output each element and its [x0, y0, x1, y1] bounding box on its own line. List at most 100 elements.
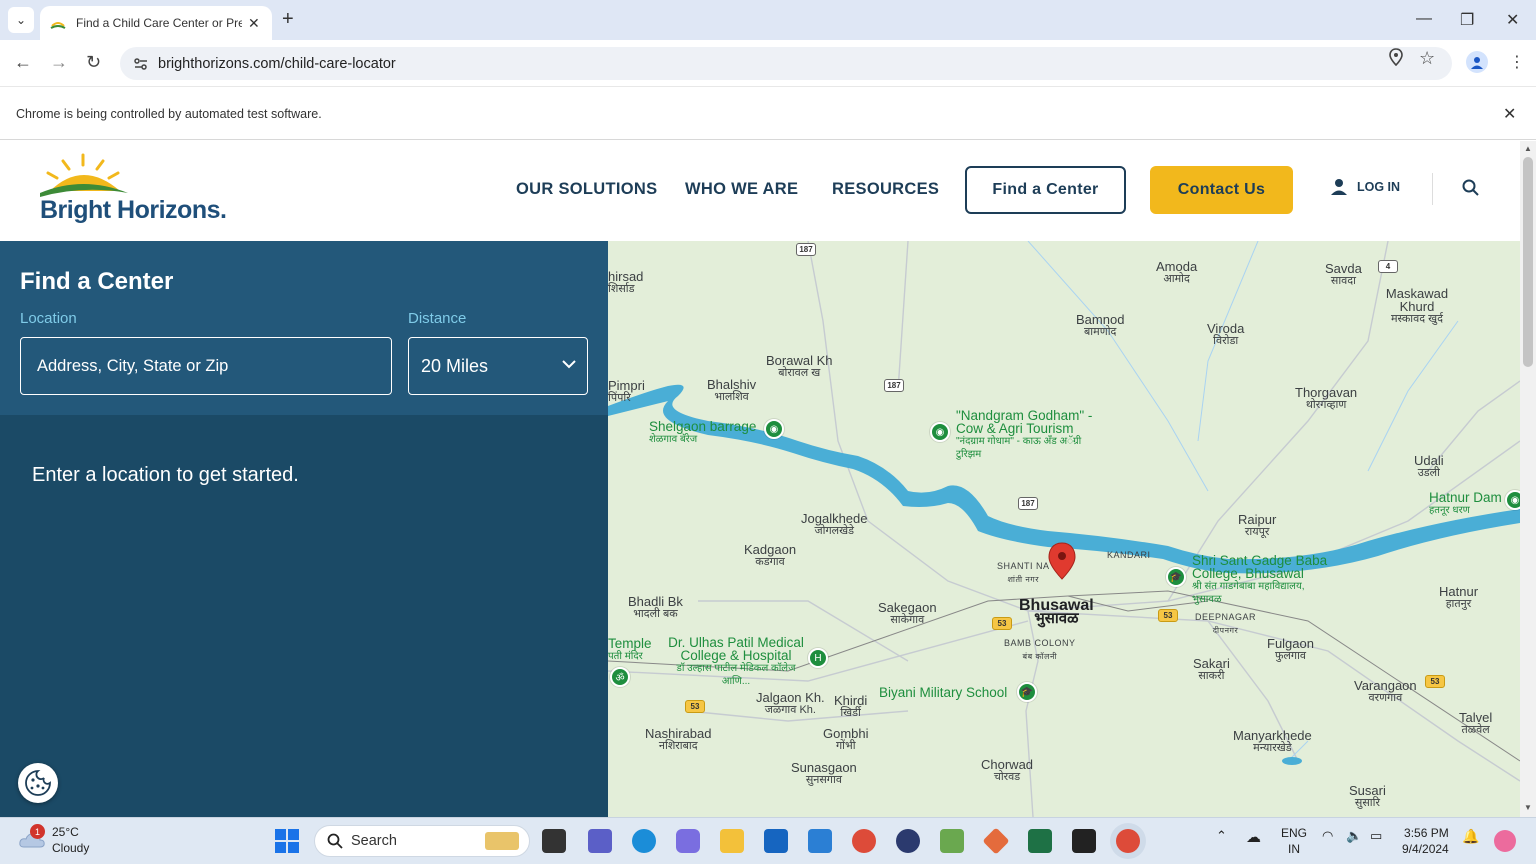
chevron-up-icon[interactable]: ⌃ [1216, 828, 1227, 844]
volume-icon[interactable]: 🔈 [1346, 828, 1362, 844]
profile-avatar[interactable] [1466, 51, 1488, 73]
tab-close-icon[interactable]: ✕ [248, 15, 260, 32]
url-text: brighthorizons.com/child-care-locator [158, 55, 396, 72]
reload-button[interactable]: ↻ [86, 52, 101, 73]
hospital-poi-icon[interactable]: H [808, 648, 828, 668]
site-header: Bright Horizons. OUR SOLUTIONS WHO WE AR… [0, 141, 1520, 241]
chrome-profile-icon[interactable] [852, 829, 876, 853]
chrome-icon[interactable] [1116, 829, 1140, 853]
nav-our-solutions[interactable]: OUR SOLUTIONS [516, 180, 657, 199]
person-icon [1471, 57, 1483, 69]
map-label-gombhi: Gombhi गोंभी [823, 726, 869, 752]
eclipse-icon[interactable] [896, 829, 920, 853]
map-label-nashirabad: Nashirabad नशिराबाद [645, 726, 712, 752]
road-shield: 187 [1018, 497, 1038, 510]
distance-select[interactable]: 20 Miles [408, 337, 588, 395]
cookie-icon [25, 770, 51, 796]
weather-alert-badge: 1 [30, 824, 45, 839]
location-input[interactable] [20, 337, 392, 395]
mail-icon[interactable] [764, 829, 788, 853]
map-label-hatnur: Hatnur हातनुर [1439, 584, 1479, 610]
sun-favicon-icon [50, 22, 66, 29]
address-bar[interactable]: brighthorizons.com/child-care-locator [120, 47, 1452, 80]
search-icon[interactable] [1462, 179, 1480, 197]
onedrive-cloud-icon[interactable]: ☁ [1246, 828, 1261, 846]
restore-button[interactable]: ❐ [1460, 10, 1474, 30]
map-view[interactable]: 187 187 187 4 53 53 53 53 hirsad शिर्साड … [608, 241, 1520, 817]
map-label-bhusawal: Bhusawal भुसावळ [1019, 597, 1094, 627]
tab-search-button[interactable]: ⌄ [8, 7, 34, 33]
language-indicator[interactable]: ENG IN [1281, 825, 1307, 857]
browser-tab[interactable]: Find a Child Care Center or Pres ✕ [40, 6, 272, 40]
battery-icon[interactable]: ▭ [1370, 828, 1382, 844]
school-poi-icon[interactable]: 🎓 [1166, 567, 1186, 587]
remote-desktop-icon[interactable] [808, 829, 832, 853]
windows-start-icon[interactable] [275, 829, 299, 853]
camera-poi-icon[interactable]: ◉ [1505, 490, 1520, 510]
terminal-icon[interactable] [1072, 829, 1096, 853]
automation-infobar: Chrome is being controlled by automated … [0, 88, 1536, 140]
find-a-center-button[interactable]: Find a Center [965, 166, 1126, 214]
site-settings-icon[interactable] [132, 55, 150, 73]
bookmark-star-icon[interactable]: ☆ [1419, 48, 1435, 69]
camera-poi-icon[interactable]: ◉ [764, 419, 784, 439]
road-shield: 53 [1158, 609, 1178, 622]
tab-strip: ⌄ Find a Child Care Center or Pres ✕ + —… [0, 0, 1536, 40]
minimize-button[interactable]: — [1416, 10, 1432, 28]
page-scrollbar[interactable]: ▲ ▼ [1520, 141, 1536, 817]
edge-icon[interactable] [632, 829, 656, 853]
browser-menu-button[interactable]: ⋮ [1509, 52, 1525, 72]
scroll-down-icon[interactable]: ▼ [1524, 803, 1532, 812]
map-label-thorgavan: Thorgavan थोरगव्हाण [1295, 385, 1358, 411]
map-label-hirsad: hirsad शिर्साड [608, 269, 644, 295]
clock-date: 9/4/2024 [1402, 842, 1449, 856]
wifi-icon[interactable]: ◠ [1322, 828, 1333, 844]
back-button[interactable]: ← [14, 52, 32, 73]
person-icon [1331, 179, 1347, 195]
weather-temp: 25°C [52, 825, 79, 839]
distance-label: Distance [408, 310, 467, 327]
chevron-down-icon [562, 360, 576, 369]
poi-label-nandgram-godham: "Nandgram Godham" - Cow & Agri Tourism "न… [956, 408, 1093, 460]
copilot-pre-icon[interactable] [1494, 830, 1516, 852]
git-icon[interactable] [982, 827, 1010, 855]
map-label-talvel: Talvel तळवेल [1459, 710, 1493, 736]
map-label-kandari: KANDARI [1107, 550, 1151, 560]
teams-icon[interactable] [588, 829, 612, 853]
location-pin-icon[interactable] [1388, 48, 1404, 66]
copilot-icon[interactable] [676, 829, 700, 853]
map-label-amoda: Amoda आमोद [1156, 259, 1198, 285]
weather-widget[interactable]: 1 25°C Cloudy [18, 824, 89, 856]
task-view-icon[interactable] [542, 829, 566, 853]
new-tab-button[interactable]: + [282, 8, 294, 31]
notepad-icon[interactable] [940, 829, 964, 853]
map-label-varangaon: Varangaon वरणगाव [1354, 678, 1417, 704]
nav-resources[interactable]: RESOURCES [832, 180, 939, 199]
clock[interactable]: 3:56 PM 9/4/2024 [1402, 825, 1449, 857]
scrollbar-thumb[interactable] [1523, 157, 1533, 367]
camera-poi-icon[interactable]: ◉ [930, 422, 950, 442]
map-label-jalgaon: Jalgaon Kh. जळगाव Kh. [756, 690, 825, 716]
map-label-maskawad: Maskawad Khurd मस्कावद खुर्द [1385, 286, 1449, 325]
map-label-raipur: Raipur रायपूर [1238, 512, 1277, 538]
map-label-savda: Savda सावदा [1325, 261, 1362, 287]
map-label-borawal: Borawal Kh बोरावल ख [766, 353, 833, 379]
infobar-close-icon[interactable]: ✕ [1503, 104, 1516, 124]
road-shield: 187 [796, 243, 816, 256]
excel-icon[interactable] [1028, 829, 1052, 853]
forward-button[interactable]: → [50, 52, 68, 73]
empty-state-message: Enter a location to get started. [32, 464, 299, 486]
tab-title: Find a Child Care Center or Pres [76, 16, 242, 30]
login-link[interactable]: LOG IN [1330, 178, 1400, 196]
road-shield: 53 [685, 700, 705, 713]
school-poi-icon[interactable]: 🎓 [1017, 682, 1037, 702]
nav-who-we-are[interactable]: WHO WE ARE [685, 180, 798, 199]
scroll-up-icon[interactable]: ▲ [1524, 144, 1532, 153]
close-window-button[interactable]: ✕ [1506, 10, 1519, 30]
file-explorer-icon[interactable] [720, 829, 744, 853]
notification-bell-icon[interactable]: 🔔 [1462, 828, 1479, 845]
temple-poi-icon[interactable]: ॐ [610, 667, 630, 687]
cookie-settings-button[interactable] [18, 763, 58, 803]
contact-us-button[interactable]: Contact Us [1150, 166, 1293, 214]
taskbar-search[interactable]: Search [314, 825, 530, 857]
